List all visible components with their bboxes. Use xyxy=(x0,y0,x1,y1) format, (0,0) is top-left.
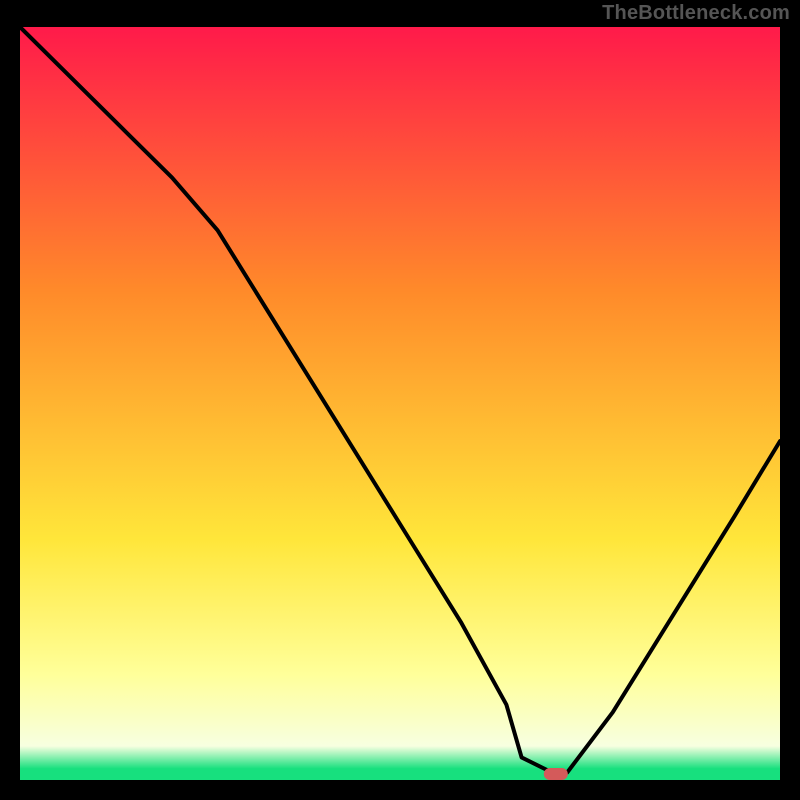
chart-frame: TheBottleneck.com xyxy=(0,0,800,800)
optimal-point-marker xyxy=(544,768,568,780)
watermark-text: TheBottleneck.com xyxy=(602,2,790,25)
bottleneck-plot xyxy=(20,27,780,780)
